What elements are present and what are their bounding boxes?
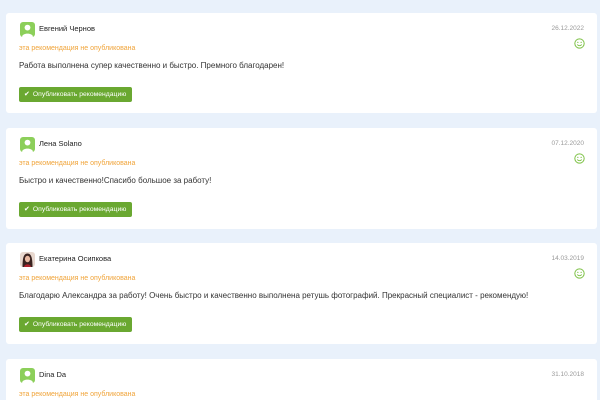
checkmark-icon: ✔ <box>24 206 30 213</box>
smile-icon <box>574 268 585 279</box>
unpublished-status: эта рекомендация не опубликована <box>19 275 136 282</box>
review-card: Екатерина Осипкова 14.03.2019 эта рекоме… <box>6 243 597 344</box>
review-card: Евгений Чернов 26.12.2022 эта рекомендац… <box>6 13 597 113</box>
publish-recommendation-button[interactable]: ✔ Опубликовать рекомендацию <box>19 202 133 217</box>
review-text: Благодарю Александра за работу! Очень бы… <box>19 291 529 300</box>
review-date: 31.10.2018 <box>551 371 584 378</box>
publish-recommendation-button[interactable]: ✔ Опубликовать рекомендацию <box>19 317 133 332</box>
recommendations-feed: Евгений Чернов 26.12.2022 эта рекомендац… <box>0 0 600 400</box>
review-date: 26.12.2022 <box>551 25 584 32</box>
checkmark-icon: ✔ <box>24 91 30 98</box>
review-author[interactable]: Dina Da <box>39 370 66 379</box>
default-user-avatar-icon[interactable] <box>20 368 35 383</box>
publish-button-label: Опубликовать рекомендацию <box>32 206 127 213</box>
smile-icon <box>574 38 585 49</box>
review-card: Лена Solano 07.12.2020 эта рекомендация … <box>6 128 597 229</box>
review-author[interactable]: Екатерина Осипкова <box>39 254 111 263</box>
default-user-avatar-icon[interactable] <box>20 22 35 37</box>
review-date: 14.03.2019 <box>551 255 584 262</box>
publish-recommendation-button[interactable]: ✔ Опубликовать рекомендацию <box>19 87 133 102</box>
unpublished-status: эта рекомендация не опубликована <box>19 45 136 52</box>
default-user-avatar-icon[interactable] <box>20 137 35 152</box>
checkmark-icon: ✔ <box>24 321 30 328</box>
unpublished-status: эта рекомендация не опубликована <box>19 160 136 167</box>
review-text: Быстро и качественно!Спасибо большое за … <box>19 176 212 185</box>
publish-button-label: Опубликовать рекомендацию <box>32 91 127 98</box>
review-text: Работа выполнена супер качественно и быс… <box>19 61 285 70</box>
smile-icon <box>574 153 585 164</box>
photo-avatar-icon[interactable] <box>20 252 35 267</box>
review-card: Dina Da 31.10.2018 эта рекомендация не о… <box>6 359 597 400</box>
review-author[interactable]: Лена Solano <box>39 139 82 148</box>
unpublished-status: эта рекомендация не опубликована <box>19 391 136 398</box>
publish-button-label: Опубликовать рекомендацию <box>32 321 127 328</box>
review-author[interactable]: Евгений Чернов <box>39 24 95 33</box>
review-date: 07.12.2020 <box>551 140 584 147</box>
